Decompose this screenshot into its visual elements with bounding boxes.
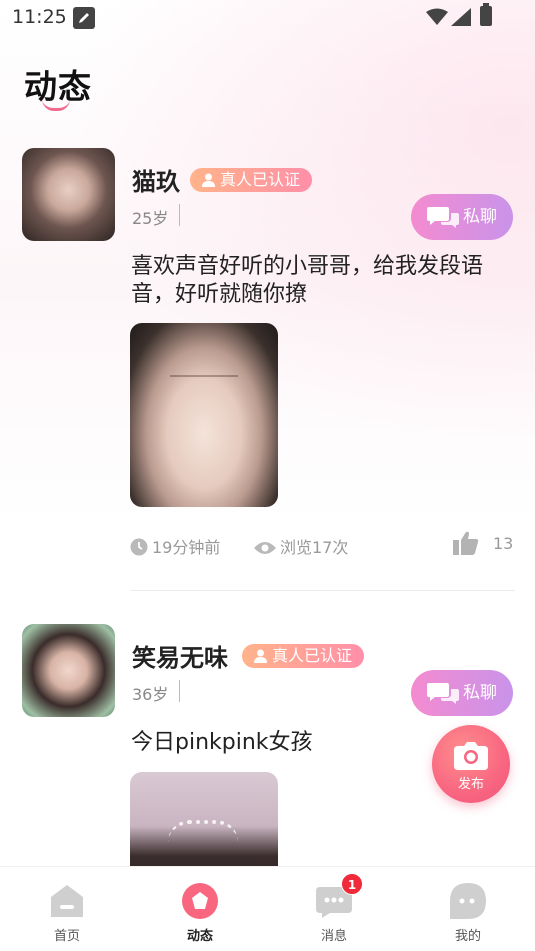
signal-icon — [451, 8, 471, 26]
status-time: 11:25 — [12, 6, 67, 28]
publish-label: 发布 — [457, 777, 484, 792]
private-chat-label: 私聊 — [463, 683, 497, 703]
clock-icon — [130, 538, 148, 556]
post-photo[interactable] — [130, 323, 278, 507]
profile-icon — [450, 883, 486, 919]
nav-item-home[interactable]: 首页 — [17, 867, 117, 951]
chat-bubbles-icon — [427, 207, 459, 228]
private-chat-button[interactable]: 私聊 — [411, 670, 513, 716]
wifi-icon — [426, 8, 448, 25]
home-icon — [51, 885, 83, 917]
eye-icon — [254, 542, 276, 554]
moments-icon — [182, 883, 218, 919]
private-chat-button[interactable]: 私聊 — [411, 194, 513, 240]
status-bar: 11:25 — [0, 0, 535, 36]
verified-badge-label: 真人已认证 — [272, 646, 353, 665]
private-chat-label: 私聊 — [463, 207, 497, 227]
battery-icon — [480, 3, 492, 26]
post-username[interactable]: 笑易无味 — [132, 638, 228, 673]
nav-label-messages: 消息 — [320, 929, 347, 944]
publish-button[interactable]: 发布 — [432, 725, 510, 803]
nav-item-moments[interactable]: 动态 — [150, 867, 250, 951]
post-divider — [130, 590, 515, 591]
like-count: 13 — [493, 534, 514, 553]
camera-icon — [454, 742, 488, 770]
verified-badge: 真人已认证 — [242, 644, 365, 668]
edit-notification-icon — [73, 7, 95, 29]
post-age: 25岁 — [132, 209, 169, 228]
post-text: 喜欢声音好听的小哥哥，给我发段语音，好听就随你撩 — [131, 254, 484, 307]
post-age: 36岁 — [132, 685, 169, 704]
bottom-navigation: 首页 动态 1 消息 我的 — [0, 866, 535, 951]
verified-badge: 真人已认证 — [190, 168, 313, 192]
avatar[interactable] — [22, 148, 115, 241]
nav-item-messages[interactable]: 1 消息 — [284, 867, 384, 951]
divider — [179, 204, 180, 226]
thumbs-up-icon[interactable] — [453, 531, 479, 555]
nav-label-profile: 我的 — [454, 929, 481, 944]
post-username[interactable]: 猫玖 — [132, 162, 180, 197]
person-icon — [202, 173, 215, 187]
divider — [179, 680, 180, 702]
person-icon — [254, 649, 267, 663]
post-views-label: 浏览17次 — [280, 538, 349, 557]
unread-badge: 1 — [341, 873, 363, 895]
nav-item-profile[interactable]: 我的 — [418, 867, 518, 951]
avatar[interactable] — [22, 624, 115, 717]
nav-label-moments: 动态 — [186, 929, 213, 944]
post-time-label: 19分钟前 — [152, 538, 221, 557]
verified-badge-label: 真人已认证 — [220, 170, 301, 189]
nav-label-home: 首页 — [53, 929, 80, 944]
title-underline-decoration — [42, 99, 70, 111]
chat-bubbles-icon — [427, 683, 459, 704]
post-time: 19分钟前 — [130, 534, 220, 558]
post-views: 浏览17次 — [254, 534, 348, 558]
